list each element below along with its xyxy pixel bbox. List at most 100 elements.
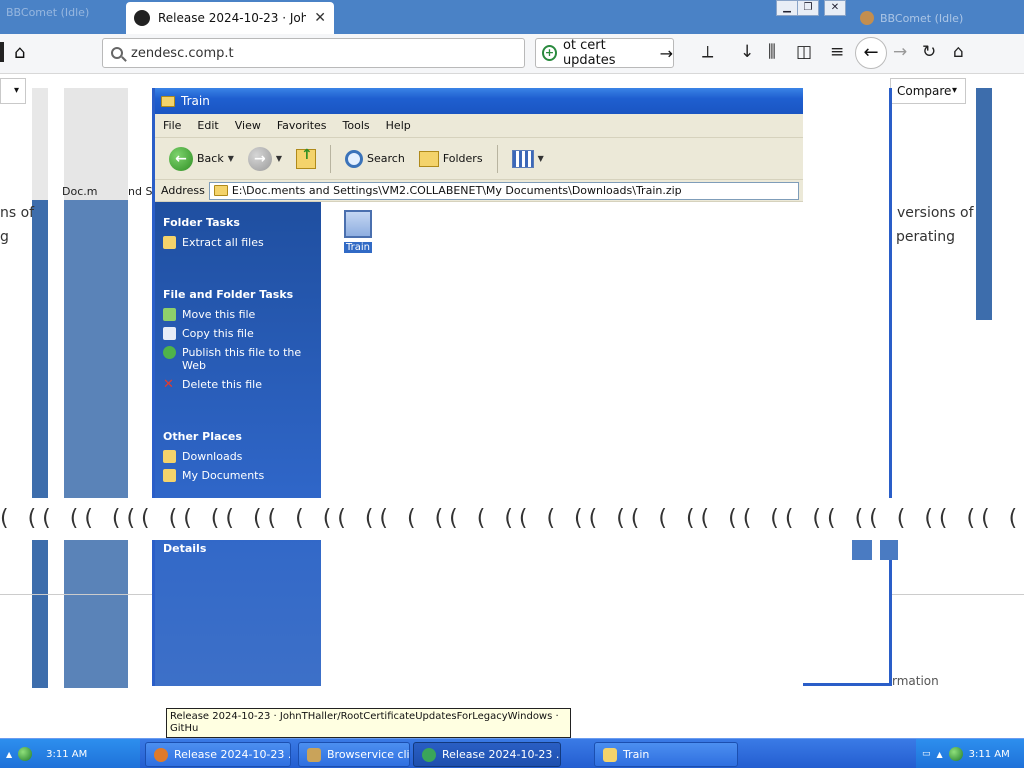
network-globe-icon[interactable] (948, 747, 963, 761)
active-tab-title: Release 2024-10-23 · JohnTHalle (158, 11, 307, 25)
place-my-documents[interactable]: My Documents (155, 467, 321, 486)
tooltip-line: Release 2024-10-23 · JohnTHaller/RootCer… (170, 711, 559, 722)
menu-view[interactable]: View (227, 119, 269, 132)
search-button[interactable]: Search (341, 148, 409, 170)
compare-dropdown[interactable]: Compare (890, 78, 966, 104)
taskbar-item-train[interactable]: Train (594, 742, 738, 767)
task-label: Publish this file to the Web (182, 346, 302, 372)
home-right-icon[interactable]: ⌂ (953, 42, 964, 62)
task-label: Copy this file (182, 327, 254, 340)
address-label: Address (161, 184, 205, 197)
task-copy-file[interactable]: Copy this file (155, 325, 321, 344)
page-divider (0, 594, 152, 595)
search-icon (345, 149, 364, 168)
navigation-bar: ⌂ zendesc.comp.t + ot cert updates → ⟂ ↓… (0, 34, 1024, 74)
forward-icon[interactable]: → (893, 42, 907, 62)
forward-button[interactable]: → ▼ (244, 145, 286, 173)
taskbar-label: Release 2024-10-23 ... (442, 748, 561, 761)
dropdown-arrow-icon[interactable]: ▼ (538, 154, 544, 163)
task-delete-file[interactable]: ✕ Delete this file (155, 376, 321, 395)
close-window-button[interactable]: ✕ (824, 0, 846, 16)
home-icon[interactable]: ⌂ (14, 42, 25, 63)
clock[interactable]: 3:11 AM (969, 749, 1010, 760)
ghost-sidebar-strip (64, 200, 128, 688)
toolbar-separator (330, 144, 332, 173)
menu-tools[interactable]: Tools (335, 119, 378, 132)
maximize-button[interactable]: ❐ (797, 0, 819, 16)
download-icon[interactable]: ↓ (740, 42, 754, 62)
reload-icon[interactable]: ↻ (922, 42, 936, 62)
add-icon: + (542, 45, 557, 61)
clock[interactable]: 3:11 AM (46, 749, 87, 760)
explorer-title-bar[interactable]: Train (155, 88, 803, 114)
url-bar[interactable]: zendesc.comp.t (102, 38, 525, 68)
menu-favorites[interactable]: Favorites (269, 119, 335, 132)
menu-icon[interactable]: ≡ (830, 42, 844, 62)
network-globe-icon[interactable] (18, 747, 33, 761)
dropdown-arrow-icon[interactable]: ▼ (276, 154, 282, 163)
system-tray-right: ▭ ▲ 3:11 AM (916, 739, 1024, 768)
details-panel: Details (155, 538, 321, 560)
page-breadcrumb-fragment: nd S (128, 185, 153, 198)
copy-icon (163, 327, 176, 340)
place-downloads[interactable]: Downloads (155, 448, 321, 467)
taskbar-item-browservice[interactable]: Browservice clipbo (298, 742, 410, 767)
folders-button[interactable]: Folders (415, 149, 487, 169)
toolbar-separator (496, 144, 498, 173)
task-extract-all[interactable]: Extract all files (155, 234, 321, 253)
arrow-right-icon[interactable]: → (660, 44, 673, 63)
active-tab[interactable]: Release 2024-10-23 · JohnTHalle ✕ (126, 2, 334, 34)
library-icon[interactable]: ⫼ (768, 42, 776, 62)
folder-tasks-heading[interactable]: Folder Tasks (155, 212, 321, 234)
app-icon (307, 747, 321, 762)
page-info-fragment: rmation (892, 674, 939, 688)
page-divider (892, 594, 1024, 595)
task-label: Extract all files (182, 236, 264, 249)
forward-arrow-icon: → (247, 146, 272, 171)
address-field[interactable]: E:\Doc.ments and Settings\VM2.COLLABENET… (208, 181, 799, 200)
other-places-heading[interactable]: Other Places (155, 426, 321, 448)
task-label: Move this file (182, 308, 256, 321)
tray-expand-icon[interactable]: ▲ (6, 750, 12, 759)
tray-expand-icon[interactable]: ▲ (937, 750, 943, 759)
menu-edit[interactable]: Edit (189, 119, 226, 132)
sidebar-icon[interactable]: ◫ (796, 42, 812, 62)
file-thumbnail-icon (344, 210, 372, 238)
menu-help[interactable]: Help (378, 119, 419, 132)
details-heading[interactable]: Details (155, 538, 321, 560)
minimize-button[interactable]: ▁ (776, 0, 798, 16)
task-publish-file[interactable]: Publish this file to the Web (155, 344, 321, 376)
github-icon (134, 10, 150, 26)
page-text-fragment: ns of (0, 205, 35, 221)
delete-icon: ✕ (163, 377, 174, 392)
documents-icon (163, 469, 176, 482)
back-button[interactable]: ← (855, 37, 887, 69)
left-dropdown[interactable]: ▾ (0, 78, 26, 104)
file-folder-tasks-heading[interactable]: File and Folder Tasks (155, 284, 321, 306)
extension-search-box[interactable]: + ot cert updates → (535, 38, 674, 68)
page-breadcrumb-fragment: Doc.m (62, 185, 98, 198)
views-button[interactable]: ▼ (508, 148, 548, 170)
address-path: E:\Doc.ments and Settings\VM2.COLLABENET… (231, 184, 682, 197)
up-folder-icon (296, 147, 317, 169)
dropdown-arrow-icon[interactable]: ▼ (228, 154, 234, 163)
taskbar-item-release-active[interactable]: Release 2024-10-23 ... (413, 742, 561, 767)
menu-file[interactable]: File (155, 119, 189, 132)
background-tab[interactable]: BBComet (Idle) (852, 4, 1024, 32)
task-move-file[interactable]: Move this file (155, 306, 321, 325)
keyboard-icon[interactable]: ▭ (922, 749, 931, 759)
taskbar-item-release[interactable]: Release 2024-10-23 ... (145, 742, 291, 767)
close-tab-icon[interactable]: ✕ (314, 10, 326, 26)
back-edge-icon (0, 42, 4, 62)
taskbar: ▲ 3:11 AM Release 2024-10-23 ... Browser… (0, 738, 1024, 768)
up-button[interactable] (292, 147, 320, 171)
glitch-block (880, 540, 898, 560)
back-button[interactable]: ← Back ▼ (165, 145, 238, 173)
glitch-block (852, 540, 872, 560)
ghost-tab[interactable]: BBComet (Idle) (6, 6, 116, 28)
page-text-fragment: g (0, 229, 9, 245)
page-text-fragment: versions of (897, 205, 974, 221)
sync-icon[interactable]: ⟂ (702, 42, 713, 62)
file-list-area[interactable]: Train (321, 202, 803, 686)
file-item-train[interactable]: Train (343, 210, 373, 253)
